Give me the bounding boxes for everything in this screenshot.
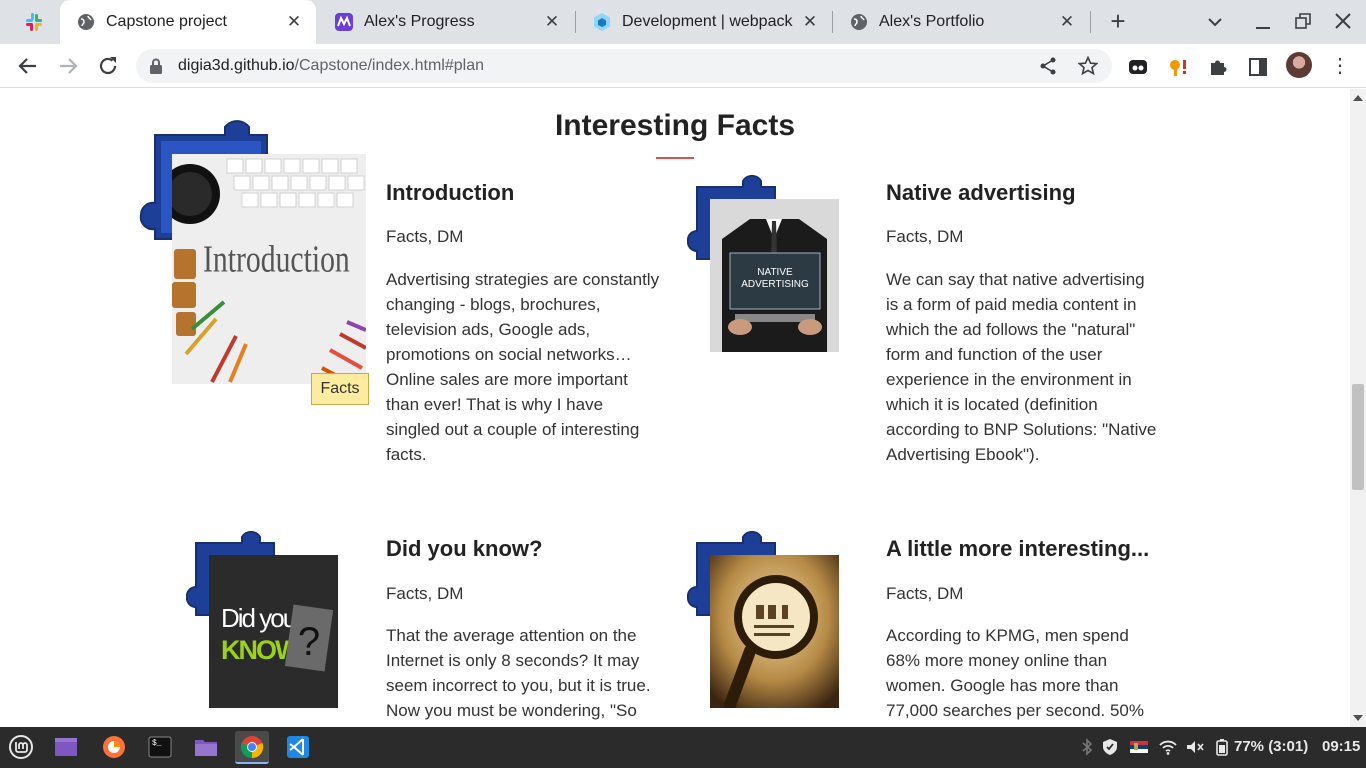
back-icon[interactable] [14,52,42,80]
terminal-icon: $_ [148,736,172,758]
address-bar[interactable]: digia3d.github.io/Capstone/index.html#pl… [136,49,1112,83]
tab-separator [1090,11,1091,33]
card-title[interactable]: Did you know? [386,536,542,562]
card-body: Advertising strategies are constantly ch… [386,270,660,464]
start-menu-button[interactable] [4,731,38,764]
card-title[interactable]: A little more interesting... [886,536,1149,562]
bluetooth-icon[interactable] [1078,738,1096,756]
close-icon[interactable]: ✕ [538,12,566,32]
vscode-button[interactable] [281,731,315,764]
url-text[interactable]: digia3d.github.io/Capstone/index.html#pl… [178,57,484,75]
card-meta: Facts, DM [886,227,964,246]
volume-muted-icon[interactable] [1186,738,1204,756]
scroll-down-arrow-icon[interactable] [1353,715,1363,721]
introduction-image-text: Introduction [203,239,350,280]
card-title[interactable]: Introduction [386,180,514,206]
more-menu-icon[interactable]: ⋮ [1330,54,1350,78]
did-you-know-thumbnail[interactable]: Did you KNOW ? [209,555,338,708]
native-advertising-thumbnail[interactable]: NATIVE ADVERTISING [710,199,839,352]
card-meta: Facts, DM [386,584,464,603]
tab-search-icon[interactable] [1200,8,1230,36]
vscode-icon [287,736,309,758]
share-icon[interactable] [1038,56,1058,76]
globe-icon [851,14,867,30]
did-you-know-text-1: Did you [221,603,296,633]
restore-icon[interactable] [1288,8,1318,36]
tab-alexs-portfolio[interactable]: Alex's Portfolio ✕ [833,0,1089,44]
native-image-text-2: ADVERTISING [741,279,809,290]
battery-icon[interactable] [1213,738,1231,756]
side-panel-icon[interactable] [1247,56,1269,78]
globe-icon [78,14,94,30]
card-title[interactable]: Native advertising [886,180,1076,206]
title-underline [656,157,694,159]
tab-title: Development | webpack [622,13,793,30]
tab-manager-extension-icon[interactable] [1127,56,1149,78]
chrome-icon [240,736,264,759]
svg-text:$_: $_ [152,739,162,748]
bookmark-star-icon[interactable] [1078,56,1098,76]
desktop-icon [55,738,77,756]
mint-logo-icon [9,735,33,759]
tab-title: Capstone project [106,13,227,30]
tab-title: Alex's Portfolio [879,13,985,30]
native-image-text-1: NATIVE [757,267,793,278]
shield-icon[interactable] [1101,738,1119,756]
keyboard-layout-flag-icon[interactable] [1130,738,1148,756]
browser-toolbar: digia3d.github.io/Capstone/index.html#pl… [0,44,1366,88]
terminal-button[interactable]: $_ [143,731,177,764]
close-window-icon[interactable] [1328,8,1358,36]
card-meta: Facts, DM [886,584,964,603]
show-desktop-button[interactable] [49,731,83,764]
tab-capstone-project[interactable]: Capstone project ✕ [60,0,316,44]
taskbar: $_ 77% (3:01) 09:15 [0,727,1366,768]
scroll-thumb[interactable] [1352,384,1364,490]
card-meta: Facts, DM [386,227,464,246]
webpack-cube-icon [594,13,610,31]
tab-development-webpack[interactable]: Development | webpack ✕ [576,0,832,44]
page-scrollbar[interactable] [1350,89,1366,727]
tab-alexs-progress[interactable]: Alex's Progress ✕ [318,0,574,44]
card-body: According to KPMG, men spend 68% more mo… [886,626,1145,727]
url-host: digia3d.github.io [178,57,295,74]
new-tab-button[interactable]: + [1104,8,1132,36]
lock-icon[interactable] [149,58,163,74]
tooltip: Facts [311,373,369,405]
clock[interactable]: 09:15 [1322,738,1360,755]
tab-strip: Capstone project ✕ Alex's Progress ✕ Dev… [0,0,1366,44]
url-path: /Capstone/index.html#plan [294,57,484,74]
close-icon[interactable]: ✕ [1053,12,1081,32]
scroll-up-arrow-icon[interactable] [1353,95,1363,101]
reload-icon[interactable] [94,52,122,80]
firefox-icon [103,736,125,758]
close-icon[interactable]: ✕ [280,12,308,32]
card-body: That the average attention on the Intern… [386,626,651,720]
folder-icon [195,740,217,756]
battery-status[interactable]: 77% (3:01) [1234,738,1308,755]
tab-title: Alex's Progress [364,13,475,30]
question-mark-text: ? [298,620,320,664]
magnifier-thumbnail[interactable] [710,555,839,708]
slack-icon[interactable] [22,10,46,34]
firefox-button[interactable] [97,731,131,764]
forward-icon[interactable] [54,52,82,80]
key-extension-icon[interactable] [1167,56,1189,78]
purple-logo-icon [335,13,353,31]
card-body: We can say that native advertising is a … [886,270,1157,464]
chrome-button[interactable] [235,731,269,764]
avatar[interactable] [1286,52,1312,78]
minimize-icon[interactable] [1248,8,1278,36]
introduction-thumbnail[interactable]: Introduction [172,154,366,384]
extensions-puzzle-icon[interactable] [1207,56,1229,78]
wifi-icon[interactable] [1159,738,1177,756]
page-viewport: Interesting Facts Introduction Facts Int… [0,89,1366,727]
files-button[interactable] [189,731,223,764]
close-icon[interactable]: ✕ [796,12,824,32]
